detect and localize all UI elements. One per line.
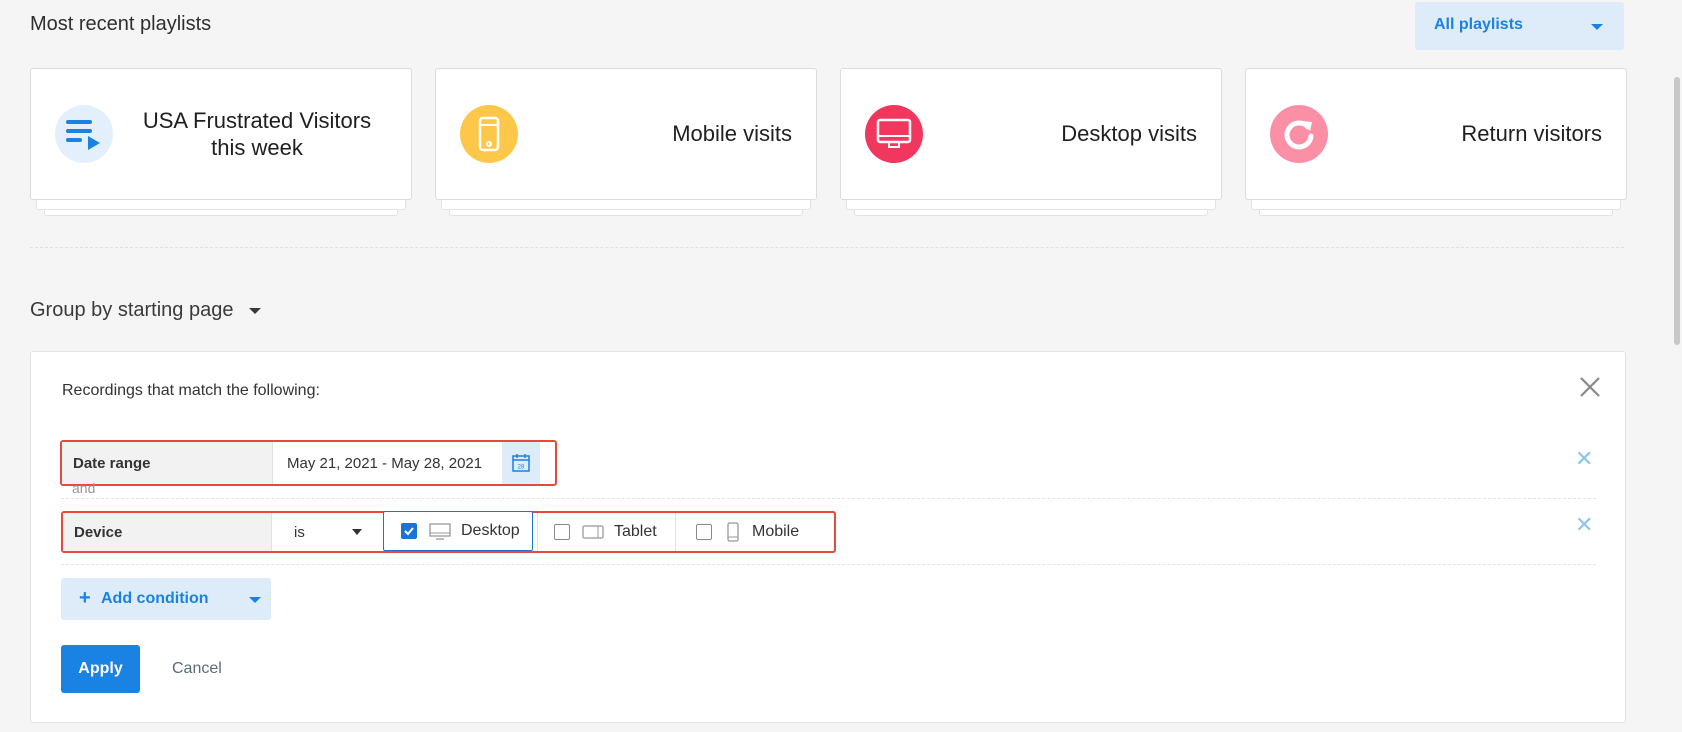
desktop-icon: [865, 105, 923, 163]
section-title: Most recent playlists: [30, 13, 212, 35]
device-option-mobile[interactable]: Mobile: [675, 513, 816, 551]
scrollbar-thumb[interactable]: [1674, 77, 1680, 345]
cancel-button[interactable]: Cancel: [172, 660, 222, 678]
playlist-title: Return visitors: [1461, 121, 1602, 146]
checkbox-checked[interactable]: [401, 523, 417, 539]
tablet-icon: [582, 525, 604, 539]
playlist-card-desktop[interactable]: Desktop visits: [840, 68, 1222, 216]
playlist-title: Desktop visits: [1061, 121, 1197, 146]
calendar-icon[interactable]: 28: [502, 442, 540, 484]
device-option-label: Desktop: [461, 522, 520, 539]
device-option-label: Mobile: [752, 523, 800, 540]
device-option-label: Tablet: [614, 523, 657, 540]
condition-device: Device is Desktop Tablet Mobile: [61, 511, 836, 553]
checkbox-unchecked[interactable]: [554, 524, 570, 540]
device-option-desktop[interactable]: Desktop: [383, 511, 533, 551]
playlist-title: USA Frustrated Visitors: [142, 108, 372, 133]
checkbox-unchecked[interactable]: [696, 524, 712, 540]
playlist-filter-dropdown[interactable]: All playlists: [1415, 2, 1624, 50]
add-condition-button[interactable]: + Add condition: [61, 578, 271, 620]
mobile-icon: [727, 522, 739, 542]
group-by-label: Group by starting page: [30, 299, 234, 321]
chevron-down-icon[interactable]: [249, 597, 261, 603]
playlist-filter-label: All playlists: [1434, 16, 1523, 33]
operator-value: is: [294, 523, 305, 541]
playlist-title-line2: this week: [211, 135, 303, 160]
row-divider: [61, 564, 1596, 565]
filter-panel: Recordings that match the following: Dat…: [30, 351, 1626, 723]
close-icon[interactable]: [1578, 375, 1602, 399]
row-divider: [61, 498, 1596, 499]
playlist-icon: [55, 105, 113, 163]
playlist-card-return[interactable]: Return visitors: [1245, 68, 1627, 216]
playlist-card-usa-frustrated[interactable]: USA Frustrated Visitors this week: [30, 68, 412, 216]
chevron-down-icon: [1591, 24, 1603, 30]
svg-text:28: 28: [518, 465, 525, 471]
playlist-card-mobile[interactable]: Mobile visits: [435, 68, 817, 216]
operator-select[interactable]: is: [271, 513, 377, 551]
condition-label: Date range: [62, 442, 272, 484]
apply-button[interactable]: Apply: [61, 645, 140, 693]
playlist-title: Mobile visits: [672, 121, 792, 146]
desktop-icon: [429, 523, 451, 540]
chevron-down-icon: [249, 307, 262, 314]
mobile-icon: [460, 105, 518, 163]
remove-condition-icon[interactable]: ✕: [1575, 512, 1593, 538]
refresh-icon: [1270, 105, 1328, 163]
remove-condition-icon[interactable]: ✕: [1575, 446, 1593, 472]
group-by-dropdown[interactable]: Group by starting page: [30, 299, 262, 322]
condition-label: Device: [63, 513, 271, 551]
chevron-down-icon: [352, 529, 362, 535]
condition-date-range: Date range May 21, 2021 - May 28, 2021 2…: [60, 440, 557, 486]
condition-joiner: and: [72, 480, 96, 496]
device-option-tablet[interactable]: Tablet: [537, 513, 672, 551]
filter-heading: Recordings that match the following:: [62, 382, 320, 399]
plus-icon: +: [79, 587, 91, 609]
add-condition-label: Add condition: [101, 590, 209, 607]
date-range-input[interactable]: May 21, 2021 - May 28, 2021: [272, 442, 502, 484]
divider: [30, 247, 1624, 248]
